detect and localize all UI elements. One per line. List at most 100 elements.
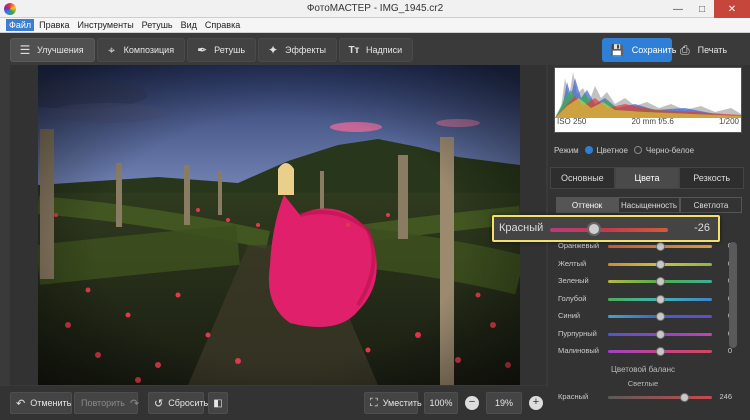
- menu-view[interactable]: Вид: [178, 19, 200, 31]
- slider-label: Красный: [558, 392, 589, 401]
- tab-effects[interactable]: ✦ Эффекты: [258, 38, 337, 62]
- red-hue-label: Красный: [499, 222, 544, 234]
- slider-knob[interactable]: [656, 347, 665, 356]
- slider-knob[interactable]: [656, 329, 665, 339]
- print-button[interactable]: ⎙ Печать: [676, 38, 738, 62]
- reset-icon: ↺: [154, 397, 164, 410]
- minimize-button[interactable]: —: [666, 0, 690, 18]
- fit-screen-icon: ⛶: [370, 396, 378, 409]
- save-button[interactable]: 💾 Сохранить: [602, 38, 676, 62]
- photo-preview[interactable]: [38, 65, 520, 385]
- floppy-disk-icon: 💾: [610, 44, 624, 57]
- undo-icon: ↶: [16, 397, 26, 410]
- slider-label: Желтый: [558, 258, 587, 268]
- tab-text-label: Надписи: [365, 45, 403, 55]
- subtab-saturation[interactable]: Насыщенность: [618, 197, 680, 213]
- reset-button[interactable]: ↺ Сбросить: [148, 392, 208, 414]
- red-hue-slider-highlight: Красный -26: [492, 215, 720, 242]
- slider-knob[interactable]: [656, 259, 665, 269]
- close-button[interactable]: ✕: [714, 0, 750, 18]
- redo-label: Повторить: [81, 398, 125, 408]
- photo-image: [38, 65, 520, 385]
- shutter-value: 1/200: [718, 117, 739, 126]
- red-hue-track[interactable]: [550, 228, 668, 232]
- iso-value: ISO 250: [557, 117, 587, 126]
- tab-colors[interactable]: Цвета: [614, 167, 680, 189]
- slider-row-magenta: Малиновый 0: [556, 342, 732, 360]
- redo-button[interactable]: Повторить ↷: [74, 392, 140, 414]
- mode-bw-radio[interactable]: [633, 146, 642, 154]
- exif-info: ISO 250 20 mm f/5.6 1/200: [554, 117, 742, 131]
- slider-label: Пурпурный: [558, 328, 597, 338]
- slider-label: Малиновый: [558, 346, 599, 355]
- tab-composition-label: Композиция: [123, 45, 175, 55]
- slider-track[interactable]: [608, 396, 712, 399]
- undo-button[interactable]: ↶ Отменить: [10, 392, 72, 414]
- zoom-100-button[interactable]: 100%: [424, 392, 458, 414]
- menu-help[interactable]: Справка: [202, 19, 243, 31]
- zoom-out-button[interactable]: −: [464, 392, 480, 414]
- canvas-area: [10, 65, 546, 385]
- brush-icon: ✒: [197, 43, 208, 57]
- panel-tabs: Основные Цвета Резкость: [550, 167, 745, 189]
- slider-label: Голубой: [558, 293, 587, 303]
- slider-knob[interactable]: [656, 277, 665, 286]
- menu-file[interactable]: Файл: [6, 19, 35, 31]
- subtab-lightness[interactable]: Светлота: [680, 197, 742, 213]
- histogram-chart: [555, 72, 741, 118]
- slider-label: Синий: [558, 311, 581, 320]
- slider-value: 246: [719, 392, 732, 401]
- tab-basic[interactable]: Основные: [550, 167, 615, 189]
- slider-row-green: Зеленый 0: [556, 272, 732, 290]
- maximize-button[interactable]: □: [690, 0, 714, 18]
- hue-sliders: Оранжевый 0 Желтый 0 Зеленый 0 Голубой: [556, 237, 732, 360]
- tab-retouch-label: Ретушь: [214, 45, 246, 55]
- slider-row-blue: Синий 0: [556, 307, 732, 325]
- tab-sharpness[interactable]: Резкость: [679, 167, 745, 189]
- menu-retouch[interactable]: Ретушь: [139, 19, 176, 31]
- print-label: Печать: [697, 45, 728, 55]
- crop-icon: ⌖: [108, 42, 116, 57]
- window-title: ФотоМАСТЕР - IMG_1945.cr2: [306, 3, 444, 14]
- slider-knob[interactable]: [656, 312, 665, 321]
- sliders-icon: ☰: [19, 43, 31, 57]
- zoom-level-field[interactable]: 19%: [486, 392, 522, 414]
- mode-color-radio[interactable]: [584, 146, 593, 154]
- tab-retouch[interactable]: ✒ Ретушь: [187, 38, 257, 62]
- main-toolbar: ☰ Улучшения ⌖ Композиция ✒ Ретушь ✦ Эффе…: [0, 33, 750, 65]
- mode-color-label: Цветное: [596, 145, 628, 155]
- mode-selector: Режим Цветное Черно-белое: [554, 141, 742, 159]
- mode-label: Режим: [554, 145, 579, 155]
- subtab-hue[interactable]: Оттенок: [556, 197, 618, 213]
- menu-bar: Файл Правка Инструменты Ретушь Вид Справ…: [0, 18, 750, 33]
- slider-row-cyan: Голубой 0: [556, 290, 732, 308]
- zoom-100-label: 100%: [429, 398, 453, 408]
- menu-edit[interactable]: Правка: [36, 19, 72, 31]
- reset-label: Сбросить: [168, 398, 209, 408]
- main-tabs: ☰ Улучшения ⌖ Композиция ✒ Ретушь ✦ Эффе…: [10, 38, 415, 62]
- red-hue-knob[interactable]: [586, 222, 601, 236]
- window-controls: — □ ✕: [666, 0, 750, 18]
- slider-label: Зеленый: [558, 276, 589, 285]
- text-icon: Tт: [348, 44, 360, 56]
- panel-scrollbar[interactable]: [729, 242, 737, 348]
- red-hue-value: -26: [694, 222, 710, 234]
- tab-text[interactable]: Tт Надписи: [338, 38, 414, 62]
- tab-composition[interactable]: ⌖ Композиция: [96, 38, 186, 62]
- fit-button[interactable]: ⛶ Уместить: [364, 392, 422, 414]
- zoom-in-button[interactable]: +: [528, 392, 544, 414]
- mode-bw-label: Черно-белое: [645, 145, 695, 155]
- slider-knob[interactable]: [680, 393, 689, 402]
- zoom-out-icon: −: [465, 396, 479, 410]
- slider-knob[interactable]: [656, 294, 665, 304]
- slider-knob[interactable]: [656, 242, 665, 251]
- menu-tools[interactable]: Инструменты: [75, 19, 137, 31]
- tab-enhance[interactable]: ☰ Улучшения: [10, 38, 95, 62]
- app-window: ФотоМАСТЕР - IMG_1945.cr2 — □ ✕ Файл Пра…: [0, 0, 750, 420]
- redo-icon: ↷: [129, 397, 140, 410]
- compare-icon: ◧: [213, 397, 223, 409]
- color-subtabs: Оттенок Насыщенность Светлота: [556, 197, 742, 213]
- bottom-bar: ↶ Отменить Повторить ↷ ↺ Сбросить ◧ ⛶ Ум…: [0, 386, 548, 420]
- compare-button[interactable]: ◧: [208, 392, 228, 414]
- color-balance-subtitle: Светлые: [627, 379, 659, 388]
